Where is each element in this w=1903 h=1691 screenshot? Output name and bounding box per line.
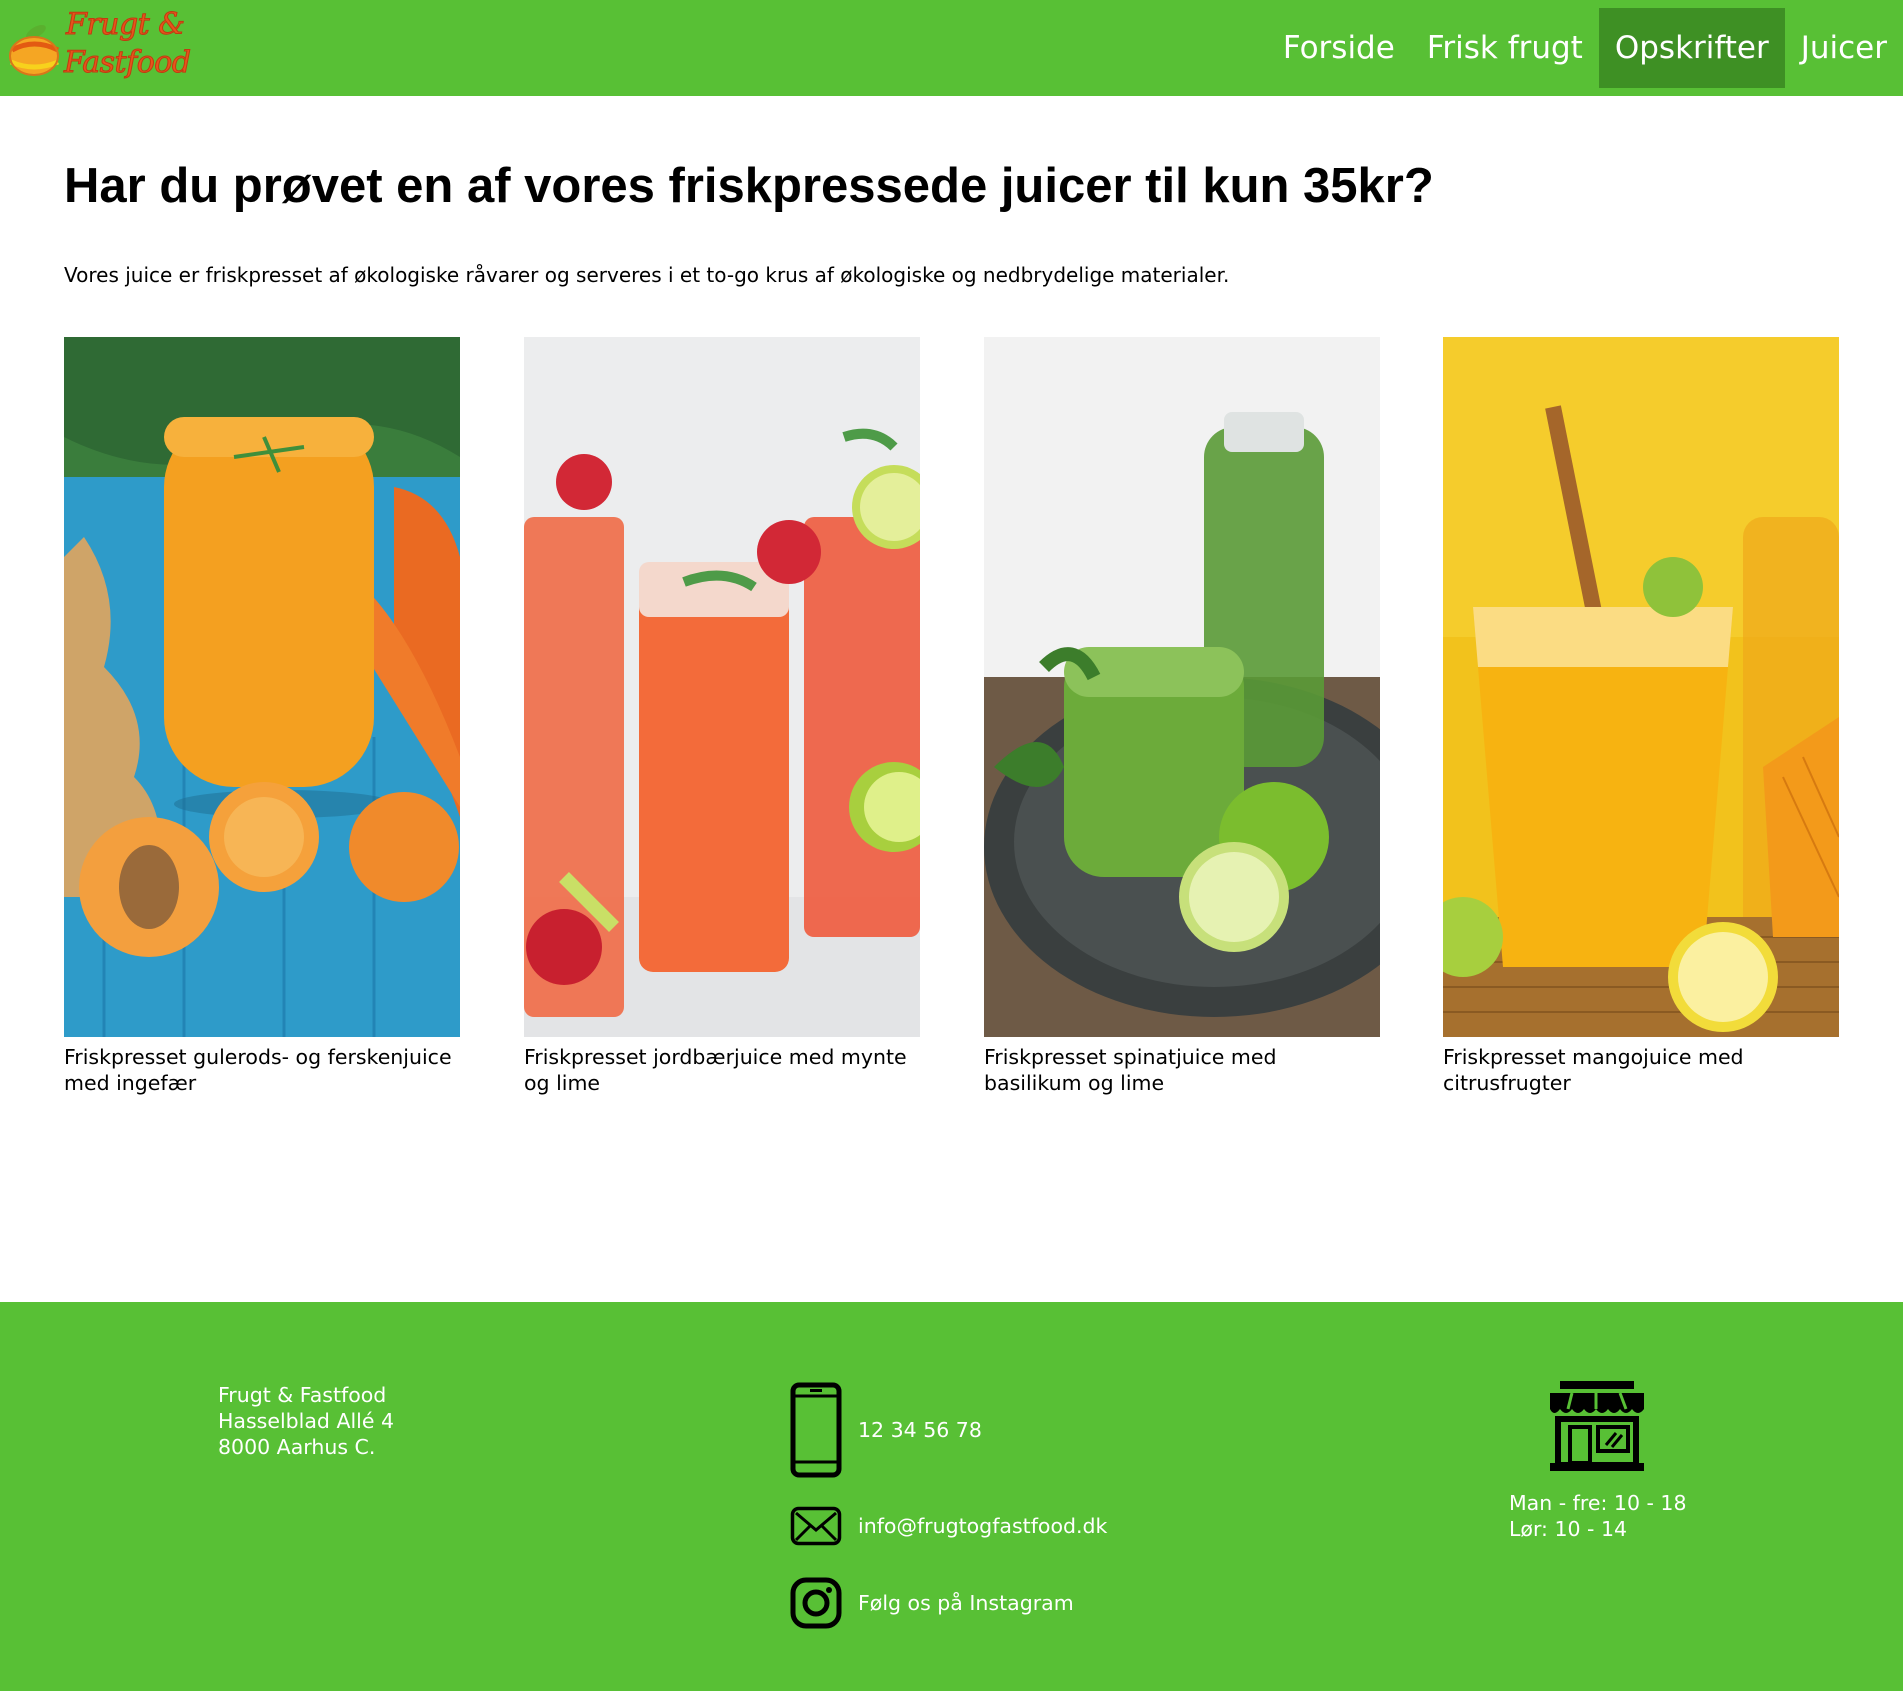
email-row: info@frugtogfastfood.dk <box>790 1506 1107 1546</box>
logo[interactable]: Frugt & Fastfood <box>6 8 196 86</box>
intro-text: Vores juice er friskpresset af økologisk… <box>64 263 1230 287</box>
site-footer: Frugt & Fastfood Hasselblad Allé 4 8000 … <box>0 1302 1903 1691</box>
nav-item-opskrifter[interactable]: Opskrifter <box>1598 8 1785 88</box>
logo-text-line1: Frugt & <box>65 7 185 42</box>
mail-icon <box>790 1506 842 1546</box>
site-header: Frugt & Fastfood Forside Frisk frugt Ops… <box>0 0 1903 96</box>
juice-image-strawberry <box>524 337 920 1037</box>
juice-card: Friskpresset gulerods- og ferskenjuice m… <box>64 337 460 1096</box>
nav-item-juicer[interactable]: Juicer <box>1785 8 1903 88</box>
juice-image-mango <box>1443 337 1839 1037</box>
juice-image-spinach <box>984 337 1380 1037</box>
address-city: 8000 Aarhus C. <box>218 1435 376 1459</box>
juice-caption: Friskpresset gulerods- og ferskenjuice m… <box>64 1045 452 1095</box>
orange-logo-icon <box>9 25 60 76</box>
logo-text-line2: Fastfood <box>64 45 192 80</box>
page-title: Har du prøvet en af vores friskpressede … <box>64 159 1434 213</box>
nav-item-forside[interactable]: Forside <box>1267 8 1411 88</box>
main-nav: Forside Frisk frugt Opskrifter Juicer <box>1267 8 1903 88</box>
juice-caption: Friskpresset jordbærjuice med mynte og l… <box>524 1045 907 1095</box>
juice-image-carrot-peach <box>64 337 460 1037</box>
juice-card: Friskpresset spinatjuice med basilikum o… <box>984 337 1380 1096</box>
juice-card: Friskpresset mangojuice med citrusfrugte… <box>1443 337 1839 1096</box>
address-name: Frugt & Fastfood <box>218 1383 387 1407</box>
instagram-row: Følg os på Instagram <box>790 1577 1074 1629</box>
hours-saturday: Lør: 10 - 14 <box>1509 1517 1628 1541</box>
juice-caption: Friskpresset mangojuice med citrusfrugte… <box>1443 1045 1744 1095</box>
hours-weekdays: Man - fre: 10 - 18 <box>1509 1491 1687 1515</box>
opening-hours: Man - fre: 10 - 18 Lør: 10 - 14 <box>1509 1490 1687 1542</box>
instagram-link[interactable]: Følg os på Instagram <box>858 1591 1074 1615</box>
phone-row: 12 34 56 78 <box>790 1382 982 1478</box>
phone-icon <box>790 1382 842 1478</box>
address-block: Frugt & Fastfood Hasselblad Allé 4 8000 … <box>218 1382 394 1460</box>
shop-icon <box>1550 1381 1644 1471</box>
address-street: Hasselblad Allé 4 <box>218 1409 395 1433</box>
phone-number[interactable]: 12 34 56 78 <box>858 1418 982 1442</box>
juice-card: Friskpresset jordbærjuice med mynte og l… <box>524 337 920 1096</box>
email-link[interactable]: info@frugtogfastfood.dk <box>858 1514 1107 1538</box>
instagram-icon <box>790 1577 842 1629</box>
nav-item-frisk-frugt[interactable]: Frisk frugt <box>1411 8 1599 88</box>
juice-caption: Friskpresset spinatjuice med basilikum o… <box>984 1045 1277 1095</box>
